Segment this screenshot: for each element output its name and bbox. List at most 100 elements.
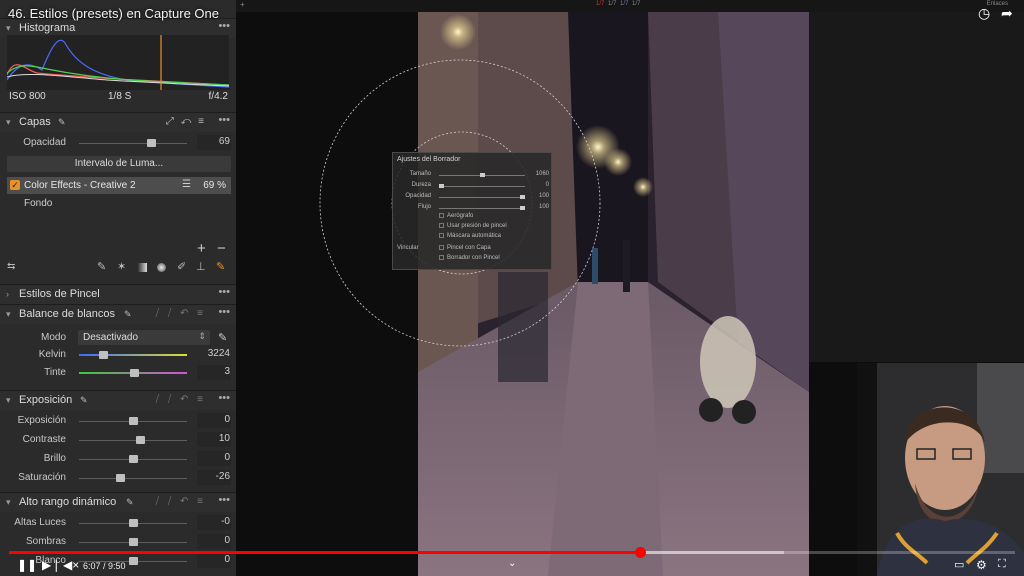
webcam-overlay — [857, 363, 1024, 576]
eraser-slider-thumb[interactable] — [479, 173, 485, 177]
hdr-header[interactable]: ▾ Alto rango dinámico ✎ ⧸ ⧸ ↶ ≡ ••• — [0, 492, 236, 512]
exposure-slider-thumb[interactable] — [136, 436, 146, 444]
subtitles-icon[interactable]: ▭ — [954, 558, 964, 571]
brush-styles-title: Estilos de Pincel — [19, 288, 100, 300]
exposure-row: Saturación -26 — [0, 470, 236, 486]
eraser-slider-thumb[interactable] — [520, 195, 525, 199]
exposure-slider-track[interactable] — [79, 478, 187, 479]
layer-item-selected[interactable]: ✓ Color Effects - Creative 2 ☰ 69 % — [7, 177, 231, 194]
wb-mode-select[interactable]: Desactivado ⇕ — [78, 330, 210, 345]
radial-gradient-icon[interactable] — [157, 263, 166, 272]
pause-icon[interactable]: ❚❚ — [17, 558, 37, 572]
remove-layer-button[interactable]: − — [217, 240, 226, 257]
layers-title: Capas — [19, 116, 51, 128]
exposure-slider-track[interactable] — [79, 440, 187, 441]
eraser-link-label: Borrador con Pincel — [447, 255, 500, 261]
eraser-slider-thumb[interactable] — [439, 184, 444, 188]
exposure-label: Contraste — [22, 434, 66, 445]
eraser-option-label: Máscara automática — [447, 233, 502, 239]
white-balance-title: Balance de blancos — [19, 308, 116, 320]
sliders-icon[interactable]: ☰ — [182, 179, 191, 190]
magic-brush-icon[interactable]: ✶ — [117, 260, 126, 273]
section-tools-icons[interactable]: ⧸ ⧸ ↶ ≡ — [156, 308, 206, 319]
add-layer-button[interactable]: + — [197, 240, 206, 257]
swap-icon[interactable]: ⇆ — [7, 261, 15, 272]
kelvin-slider-track[interactable] — [79, 354, 187, 356]
exposure-slider-thumb[interactable] — [128, 455, 138, 463]
exposure-title: Exposición — [19, 394, 73, 406]
time-readout: 6:07 / 9:50 — [83, 561, 126, 571]
more-options-icon[interactable]: ••• — [218, 286, 230, 298]
layers-header[interactable]: ▾ Capas ✎ ⤢ ↶ ≡ ••• — [0, 112, 236, 132]
eraser-link-checkbox[interactable]: Borrador con Pincel — [439, 255, 549, 263]
counter-1: 1/7 — [596, 1, 605, 7]
kelvin-slider-thumb[interactable] — [98, 351, 108, 359]
fullscreen-icon[interactable]: ⛶ — [998, 558, 1006, 571]
pin-icon[interactable]: ✎ — [126, 497, 134, 508]
section-tools-icons[interactable]: ⧸ ⧸ ↶ ≡ — [156, 496, 206, 507]
section-tools-icons[interactable]: ⧸ ⧸ ↶ ≡ — [156, 394, 206, 405]
stamp-icon[interactable]: ⊥ — [196, 260, 206, 273]
more-options-icon[interactable]: ••• — [218, 392, 230, 404]
more-options-icon[interactable]: ••• — [218, 494, 230, 506]
more-options-icon[interactable]: ••• — [218, 20, 230, 32]
checkbox-icon — [439, 233, 444, 238]
opacity-label: Opacidad — [23, 137, 66, 148]
layer-item-background[interactable]: Fondo — [24, 198, 52, 209]
brush-styles-header[interactable]: › Estilos de Pincel ••• — [0, 284, 236, 304]
more-options-icon[interactable]: ••• — [218, 306, 230, 318]
tint-row: Tinte 3 — [0, 365, 236, 381]
video-title[interactable]: 46. Estilos (presets) en Capture One — [8, 6, 219, 21]
eraser-slider-track[interactable] — [439, 197, 525, 198]
layer-checkbox[interactable]: ✓ — [10, 180, 20, 190]
pin-icon[interactable]: ✎ — [124, 309, 132, 320]
exposure-header[interactable]: ▾ Exposición ✎ ⧸ ⧸ ↶ ≡ ••• — [0, 390, 236, 410]
more-options-icon[interactable]: ••• — [218, 114, 230, 126]
eraser-option-checkbox[interactable]: Usar presión de pincel — [439, 223, 549, 231]
exposure-slider-thumb[interactable] — [115, 474, 125, 482]
eraser-link-checkbox[interactable]: Pincel con Capa — [439, 245, 549, 253]
brush-icon[interactable]: ✎ — [97, 260, 106, 273]
tint-slider-thumb[interactable] — [130, 369, 140, 377]
eraser-setting-value: 100 — [538, 193, 549, 199]
eraser-slider-track[interactable] — [439, 186, 525, 187]
chevron-down-icon: ▾ — [6, 117, 11, 127]
exposure-slider-thumb[interactable] — [128, 417, 138, 425]
eraser-slider-track[interactable] — [439, 208, 525, 209]
kelvin-value: 3224 — [207, 348, 230, 359]
pin-icon[interactable]: ✎ — [80, 395, 88, 406]
chevron-down-icon[interactable]: ⌄ — [508, 558, 516, 569]
exposure-value: 10 — [218, 433, 230, 444]
opacity-slider-track[interactable] — [79, 143, 187, 144]
eraser-icon[interactable]: ✎ — [216, 260, 225, 273]
volume-icon[interactable]: ◀× — [63, 558, 79, 572]
eraser-option-checkbox[interactable]: Aerógrafo — [439, 213, 549, 221]
exposure-label: Exposición — [17, 415, 66, 426]
eraser-mask-icon[interactable]: ✐ — [177, 260, 186, 273]
hdr-slider-thumb[interactable] — [128, 519, 138, 527]
eraser-slider-thumb[interactable] — [520, 206, 525, 210]
presenter-video — [857, 363, 1024, 576]
next-icon[interactable]: ▶❘ — [42, 558, 61, 572]
eyedropper-icon[interactable]: ✎ — [218, 331, 227, 344]
checkbox-icon — [439, 245, 444, 250]
layer-tools-icons[interactable]: ⤢ ↶ ≡ — [166, 116, 206, 127]
watch-later-icon[interactable]: ◷ — [978, 5, 990, 22]
settings-icon[interactable]: ⚙ — [976, 558, 987, 572]
wb-mode-row: Modo Desactivado ⇕ ✎ — [0, 330, 236, 346]
share-icon[interactable]: ➦ — [1001, 5, 1013, 22]
pin-icon[interactable]: ✎ — [58, 117, 66, 128]
hdr-label: Altas Luces — [14, 517, 66, 528]
opacity-slider-thumb[interactable] — [147, 139, 157, 147]
hdr-slider-thumb[interactable] — [128, 538, 138, 546]
gradient-icon[interactable] — [138, 263, 147, 272]
white-balance-header[interactable]: ▾ Balance de blancos ✎ ⧸ ⧸ ↶ ≡ ••• — [0, 304, 236, 324]
add-icon[interactable]: + — [240, 0, 245, 9]
exposure-label: Saturación — [18, 472, 66, 483]
eraser-option-checkbox[interactable]: Máscara automática — [439, 233, 549, 241]
luma-range-button[interactable]: Intervalo de Luma... — [7, 156, 231, 172]
exposure-row: Brillo 0 — [0, 451, 236, 467]
eraser-dialog-title: Ajustes del Borrador — [397, 156, 461, 163]
chevron-down-icon: ▾ — [6, 497, 11, 507]
checkbox-icon — [439, 213, 444, 218]
